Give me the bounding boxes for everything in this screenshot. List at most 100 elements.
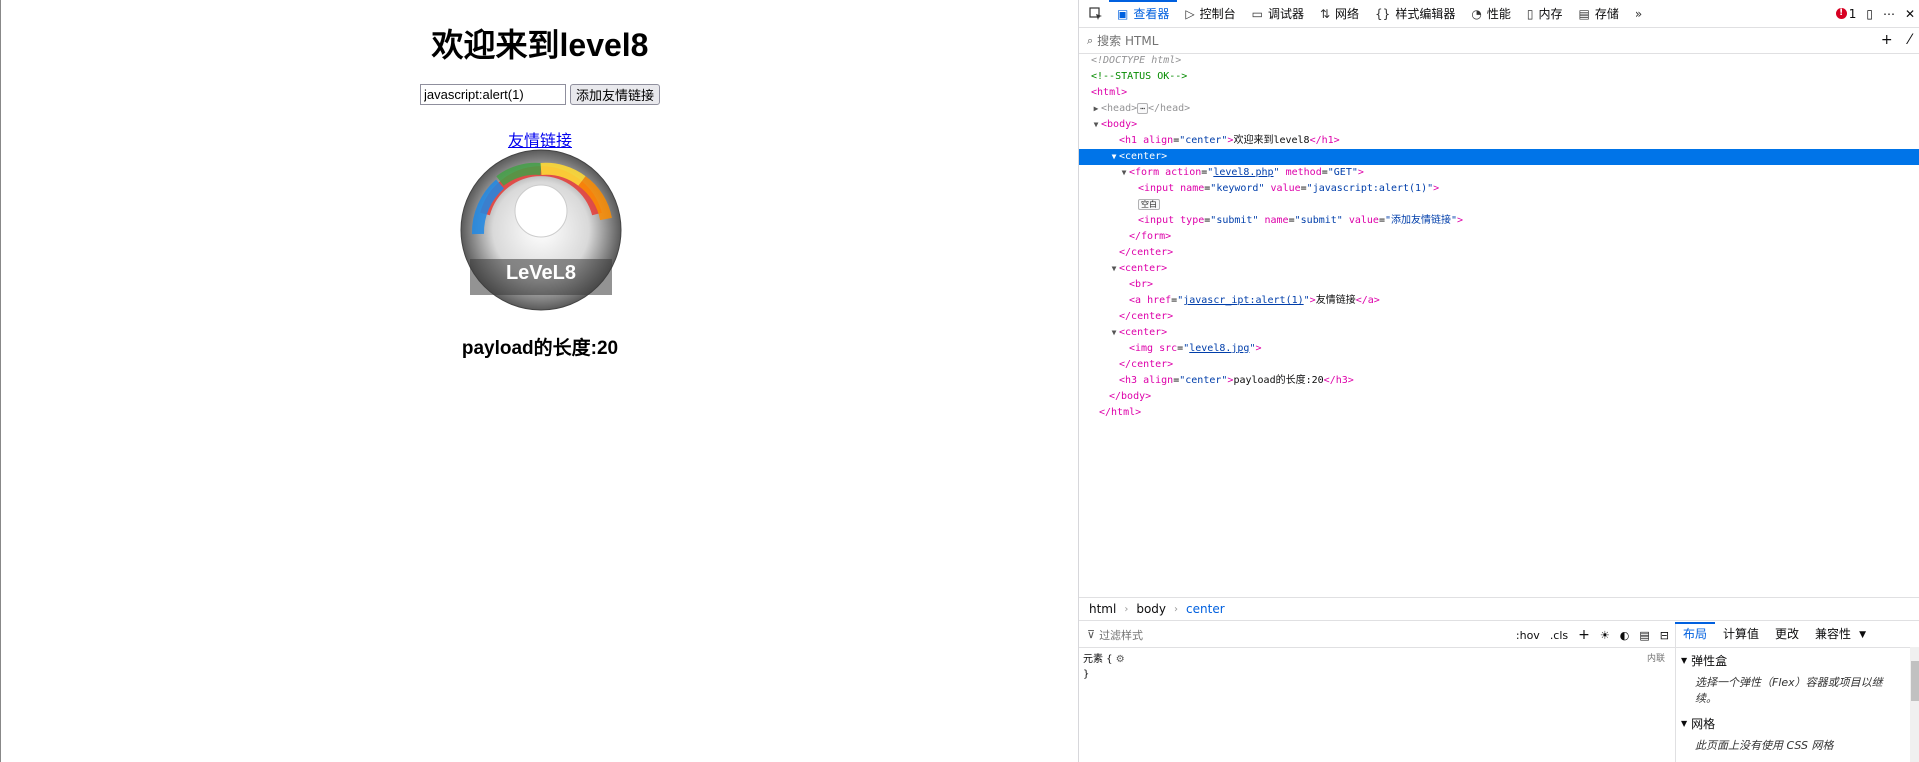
scrollbar-thumb[interactable] (1911, 661, 1919, 701)
style-editor-icon: {} (1375, 6, 1391, 21)
layout-panel: 布局 计算值 更改 兼容性 ▼ ▼ 弹性盒 选择一个弹性（Flex）容器或项目以继… (1675, 622, 1919, 762)
cls-toggle[interactable]: .cls (1550, 629, 1568, 642)
markup-line[interactable]: <!--STATUS OK--> (1079, 69, 1919, 85)
filter-styles-input[interactable]: 过滤样式 (1099, 627, 1143, 643)
markup-line-selected[interactable]: ▼ <center> (1079, 149, 1919, 165)
tab-debugger[interactable]: ▭ 调试器 (1244, 0, 1312, 27)
search-icon: ⌕ (1087, 33, 1094, 47)
markup-line[interactable]: <html> (1079, 85, 1919, 101)
markup-line[interactable]: </center> (1079, 309, 1919, 325)
breadcrumb: html › body › center (1079, 597, 1919, 621)
tab-layout[interactable]: 布局 (1675, 622, 1715, 647)
friend-link-container: 友情链接 (1, 127, 1079, 151)
tab-network[interactable]: ⇅ 网络 (1312, 0, 1367, 27)
tab-performance[interactable]: ◔ 性能 (1463, 0, 1519, 27)
scrollbar[interactable] (1910, 647, 1919, 762)
print-media-icon[interactable]: ▤ (1639, 629, 1649, 642)
markup-line[interactable]: ▼ <center> (1079, 325, 1919, 341)
whitespace-badge: 空白 (1138, 199, 1160, 210)
markup-line[interactable]: ▶ <head> ⋯ </head> (1079, 101, 1919, 117)
ellipsis-badge[interactable]: ⋯ (1137, 103, 1148, 114)
dark-mode-icon[interactable]: ◐ (1620, 629, 1630, 642)
markup-line[interactable]: <input type="submit" name="submit" value… (1079, 213, 1919, 229)
expand-toggle-icon[interactable]: ▶ (1091, 101, 1101, 117)
markup-line[interactable]: <br> (1079, 277, 1919, 293)
friend-link[interactable]: 友情链接 (508, 131, 572, 150)
page-title: 欢迎来到level8 (431, 27, 649, 63)
markup-line[interactable]: </form> (1079, 229, 1919, 245)
tab-storage[interactable]: ▤ 存储 (1570, 0, 1626, 27)
tab-inspector[interactable]: ▣ 查看器 (1109, 0, 1177, 27)
tab-style-editor[interactable]: {} 样式编辑器 (1367, 0, 1463, 27)
light-mode-icon[interactable]: ☀ (1600, 629, 1610, 642)
collapse-toggle-icon[interactable]: ▼ (1091, 117, 1101, 133)
markup-line[interactable]: </body> (1079, 389, 1919, 405)
rules-panel: ⊽ 过滤样式 :hov .cls + ☀ ◐ ▤ ⊟ 内联 元素 { ⚙ } (1079, 622, 1676, 762)
more-options-icon[interactable]: ⋯ (1883, 7, 1895, 21)
markup-line[interactable]: <!DOCTYPE html> (1079, 53, 1919, 69)
inspector-icon: ▣ (1117, 6, 1129, 21)
rules-toolbar: ⊽ 过滤样式 :hov .cls + ☀ ◐ ▤ ⊟ (1079, 622, 1675, 648)
element-picker-icon[interactable] (1087, 5, 1105, 23)
tab-computed[interactable]: 计算值 (1715, 622, 1767, 647)
hov-toggle[interactable]: :hov (1516, 629, 1540, 642)
markup-line[interactable]: </html> (1079, 405, 1919, 421)
storage-icon: ▤ (1578, 6, 1590, 21)
gear-icon[interactable]: ⚙ (1116, 654, 1125, 665)
flexbox-description: 选择一个弹性（Flex）容器或项目以继续。 (1695, 676, 1883, 705)
markup-line[interactable]: 空白 (1079, 197, 1919, 213)
collapse-toggle-icon[interactable]: ▼ (1109, 261, 1119, 277)
tab-console[interactable]: ▷ 控制台 (1177, 0, 1243, 27)
payload-length-heading: payload的长度:20 (461, 338, 619, 359)
breadcrumb-item-html[interactable]: html (1089, 602, 1116, 616)
add-link-button[interactable]: 添加友情链接 (569, 84, 660, 105)
more-tabs-button[interactable]: » (1627, 0, 1655, 27)
html-search-bar: ⌕ 搜索 HTML + ⁄ (1079, 28, 1919, 54)
devtools-right-controls: ! 1 ▯ ⋯ ✕ (1835, 0, 1915, 27)
markup-line[interactable]: <a href="javascr_ipt:alert(1)">友情链接</a> (1079, 293, 1919, 309)
collapse-toggle-icon: ▼ (1681, 656, 1688, 665)
collapse-toggle-icon[interactable]: ▼ (1109, 149, 1119, 165)
tab-compatibility[interactable]: 兼容性 (1807, 622, 1859, 647)
chevron-double-right-icon: » (1634, 6, 1643, 21)
markup-line[interactable]: </center> (1079, 357, 1919, 373)
tab-memory[interactable]: ▯ 内存 (1519, 0, 1571, 27)
tab-changes[interactable]: 更改 (1767, 622, 1807, 647)
keyword-input[interactable] (419, 84, 566, 105)
disc-logo-text: LeVeL8 (506, 262, 576, 284)
breadcrumb-item-body[interactable]: body (1136, 602, 1166, 616)
markup-line[interactable]: <h1 align="center">欢迎来到level8</h1> (1079, 133, 1919, 149)
close-icon[interactable]: ✕ (1905, 7, 1915, 21)
link-form: 添加友情链接 (1, 84, 1079, 105)
sidebar-toggle-icon[interactable]: ⊟ (1660, 629, 1669, 642)
collapse-toggle-icon[interactable]: ▼ (1119, 165, 1129, 181)
dock-icon[interactable]: ▯ (1866, 7, 1873, 21)
chevron-down-icon[interactable]: ▼ (1859, 630, 1866, 640)
eyedropper-icon[interactable]: ⁄ (1909, 32, 1911, 48)
performance-icon: ◔ (1471, 6, 1482, 21)
inline-label: 内联 (1646, 654, 1665, 664)
markup-line[interactable]: ▼ <body> (1079, 117, 1919, 133)
markup-line[interactable]: ▼ <form action="level8.php" method="GET"> (1079, 165, 1919, 181)
add-node-icon[interactable]: + (1881, 32, 1893, 48)
level8-disc-image: LeVeL8 (460, 149, 622, 311)
markup-line[interactable]: </center> (1079, 245, 1919, 261)
markup-line[interactable]: ▼ <center> (1079, 261, 1919, 277)
markup-line[interactable]: <img src="level8.jpg"> (1079, 341, 1919, 357)
element-rule: 内联 元素 { ⚙ } (1079, 648, 1675, 686)
filter-icon: ⊽ (1087, 628, 1096, 641)
error-icon: ! (1835, 8, 1847, 19)
markup-line[interactable]: <input name="keyword" value="javascript:… (1079, 181, 1919, 197)
chevron-right-icon: › (1124, 603, 1129, 615)
element-rule-selector[interactable]: 元素 { (1083, 654, 1113, 665)
grid-section-header[interactable]: ▼ 网格 (1675, 711, 1919, 736)
flexbox-section-header[interactable]: ▼ 弹性盒 (1675, 648, 1919, 673)
error-count-badge[interactable]: ! 1 (1835, 7, 1856, 21)
markup-tree: <!DOCTYPE html> <!--STATUS OK--> <html> … (1079, 53, 1919, 597)
markup-line[interactable]: <h3 align="center">payload的长度:20</h3> (1079, 373, 1919, 389)
collapse-toggle-icon[interactable]: ▼ (1109, 325, 1119, 341)
search-html-input[interactable]: 搜索 HTML (1097, 32, 1158, 49)
breadcrumb-item-center[interactable]: center (1186, 602, 1225, 616)
add-rule-icon[interactable]: + (1578, 627, 1590, 643)
grid-description: 此页面上没有使用 CSS 网格 (1695, 739, 1834, 752)
